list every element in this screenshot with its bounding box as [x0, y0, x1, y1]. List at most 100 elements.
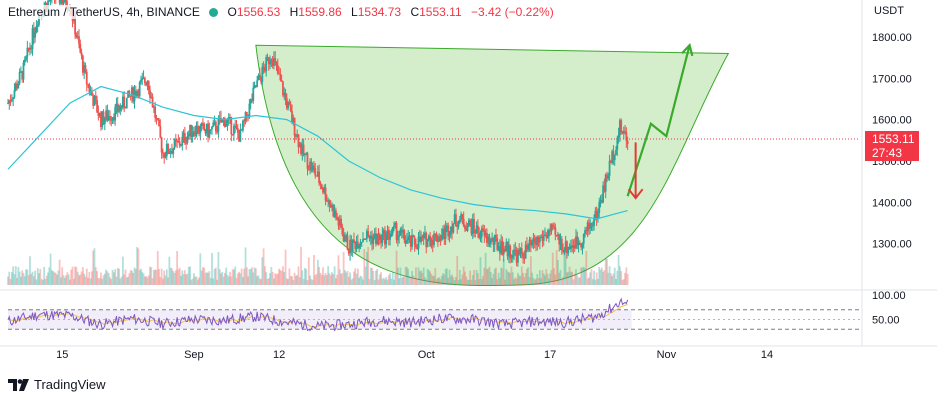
rsi-tick-label: 100.00 — [872, 290, 906, 302]
candle-body — [495, 234, 497, 239]
y-tick-label: 1400.00 — [872, 197, 912, 209]
candle-body — [174, 139, 177, 141]
candle-body — [118, 110, 120, 112]
candle-body — [217, 118, 220, 132]
candle-body — [511, 255, 514, 258]
candle-body — [198, 132, 200, 134]
rsi-tick-label: 50.00 — [872, 315, 900, 327]
candle-body — [226, 119, 229, 124]
candle-body — [533, 237, 536, 244]
candle-body — [334, 210, 337, 218]
candle-body — [360, 241, 363, 243]
open-value: 1556.53 — [236, 5, 281, 19]
candle-body — [261, 66, 264, 82]
candle-body — [49, 0, 52, 1]
candle-body — [320, 184, 323, 189]
candle-body — [168, 153, 171, 155]
close-value: 1553.11 — [419, 5, 462, 19]
candle-body — [191, 132, 194, 137]
x-tick-label: Oct — [418, 349, 435, 361]
candle-body — [448, 234, 451, 237]
candle-body — [214, 121, 217, 132]
open-label: O — [227, 5, 237, 19]
candle-body — [158, 119, 160, 127]
candle-body — [407, 237, 410, 241]
candle-body — [620, 120, 623, 133]
candle-body — [553, 226, 555, 228]
y-tick-label: 1800.00 — [872, 32, 912, 44]
candle-body — [381, 234, 384, 243]
candle-body — [34, 32, 37, 38]
candle-body — [151, 96, 154, 108]
candle-body — [164, 156, 167, 158]
tradingview-brand[interactable]: TradingView — [8, 377, 106, 392]
candle-body — [578, 242, 581, 245]
candle-body — [546, 236, 549, 238]
candle-body — [415, 244, 417, 248]
candle-body — [582, 233, 585, 244]
candle-body — [276, 65, 279, 74]
candle-body — [591, 225, 594, 227]
candle-body — [403, 230, 406, 241]
y-tick-label: 1700.00 — [872, 73, 912, 85]
candle-body — [235, 125, 238, 129]
candle-body — [25, 56, 27, 60]
candle-body — [346, 235, 349, 250]
candle-body — [12, 97, 15, 100]
candle-body — [203, 123, 206, 131]
candle-body — [390, 233, 393, 237]
candle-body — [202, 123, 204, 125]
candle-body — [17, 83, 20, 89]
candle-body — [324, 187, 327, 201]
candle-body — [626, 140, 629, 145]
candle-body — [613, 154, 616, 161]
symbol-title[interactable]: Ethereum / TetherUS, 4h, BINANCE — [8, 5, 200, 19]
candle-body — [396, 236, 399, 241]
candle-body — [489, 239, 492, 245]
candle-body — [199, 125, 202, 134]
candle-body — [62, 2, 65, 5]
candle-body — [128, 90, 131, 96]
candle-body — [269, 61, 271, 65]
candle-body — [84, 65, 87, 72]
candle-body — [248, 103, 251, 118]
last-price-value: 1553.11 — [872, 132, 915, 146]
candle-body — [538, 237, 541, 243]
candle-body — [615, 149, 617, 155]
x-tick-label: 17 — [544, 349, 556, 361]
currency-label: USDT — [874, 5, 904, 17]
high-value: 1559.86 — [298, 5, 342, 19]
candle-body — [288, 101, 291, 106]
chart-canvas: 1300.001400.001500.001600.001700.001800.… — [0, 0, 937, 361]
candle-body — [482, 228, 484, 231]
candle-body — [479, 236, 482, 239]
candle-body — [455, 214, 457, 226]
candle-body — [607, 175, 610, 179]
candle-body — [178, 141, 181, 146]
candle-body — [262, 66, 265, 69]
y-tick-label: 1300.00 — [872, 239, 912, 251]
candle-body — [159, 126, 162, 138]
x-tick-label: Nov — [657, 349, 677, 361]
candle-body — [94, 96, 97, 101]
x-tick-label: 12 — [273, 349, 285, 361]
candle-body — [242, 120, 244, 131]
candle-body — [426, 239, 429, 248]
candle-body — [457, 222, 460, 227]
candle-body — [23, 59, 26, 63]
candle-body — [340, 218, 342, 228]
candle-body — [85, 71, 88, 85]
bar-countdown: 27:43 — [872, 146, 903, 160]
candle-body — [181, 136, 184, 146]
candle-body — [196, 125, 199, 133]
candle-body — [466, 225, 469, 231]
candle-body — [13, 90, 16, 98]
candle-body — [187, 133, 190, 137]
candle-body — [385, 233, 388, 245]
candle-body — [527, 245, 530, 250]
candle-body — [80, 52, 83, 56]
candle-body — [36, 24, 39, 27]
low-label: L — [351, 5, 358, 19]
candle-body — [123, 96, 126, 108]
candle-body — [336, 217, 339, 220]
